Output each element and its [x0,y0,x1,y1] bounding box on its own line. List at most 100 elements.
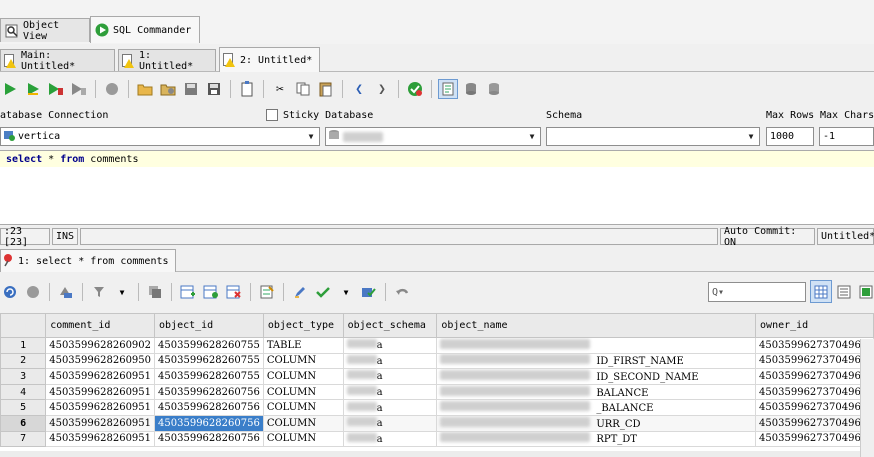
horizontal-scrollbar[interactable] [0,451,860,457]
table-cell[interactable] [436,337,757,354]
table-cell[interactable]: ID_SECOND_NAME [436,368,757,385]
sql-editor[interactable]: select * from comments [0,150,874,225]
tab-object-view[interactable]: Object View [0,18,90,42]
table-cell[interactable]: _BALANCE [436,399,757,416]
database-alt-icon[interactable] [484,79,504,99]
stop-icon[interactable] [102,79,122,99]
table-cell[interactable]: 4503599628260950 [45,352,156,370]
pencil-icon[interactable] [290,282,310,302]
tab-sql-commander[interactable]: SQL Commander [90,16,200,43]
column-header-object-id[interactable]: object_id [154,313,264,338]
chevron-left-icon[interactable]: ❮ [349,79,369,99]
filter-icon[interactable] [89,282,109,302]
table-cell[interactable]: 4503599628260951 [45,368,156,385]
table-cell[interactable]: 45035996273704960 [755,399,874,416]
table-row[interactable]: 4 4503599628260951 4503599628260756 COLUMN a… [0,383,874,401]
chevron-down-icon[interactable]: ▼ [112,282,132,302]
form-view-button[interactable] [833,280,855,303]
table-cell[interactable]: COLUMN [262,352,344,370]
column-header-object-name[interactable]: object_name [436,313,757,338]
table-cell[interactable]: a [342,352,438,370]
execute-icon[interactable] [0,79,20,99]
database-select[interactable]: ▼ [325,127,541,146]
edit-form-icon[interactable] [257,282,277,302]
table-cell[interactable]: 4503599628260756 [154,383,264,401]
stop-icon[interactable] [23,282,43,302]
grid-view-button[interactable] [810,280,832,303]
table-cell[interactable]: 4503599628260756 [154,430,264,448]
delete-row-icon[interactable] [224,282,244,302]
column-header-owner-id[interactable]: owner_id [755,313,874,338]
column-header-object-type[interactable]: object_type [262,313,344,338]
clipboard-icon[interactable] [237,79,257,99]
add-row-icon[interactable] [178,282,198,302]
table-cell[interactable]: 4503599628260755 [154,368,264,385]
table-cell[interactable]: RPT_DT [436,430,757,448]
format-sql-icon[interactable] [438,79,458,99]
database-connection-select[interactable]: vertica ▼ [0,127,320,146]
chevron-right-icon[interactable]: ❯ [372,79,392,99]
save-icon[interactable] [181,79,201,99]
chevron-down-icon[interactable]: ▼ [336,282,356,302]
schema-select[interactable]: ▼ [546,127,760,146]
commit-icon[interactable] [405,79,425,99]
cut-icon[interactable]: ✂ [270,79,290,99]
table-cell[interactable]: a [342,430,438,448]
copy-icon[interactable] [293,79,313,99]
table-row[interactable]: 7 4503599628260951 4503599628260756 COLUMN a… [0,430,874,448]
table-cell[interactable]: 4503599628260902 [45,337,156,354]
table-cell[interactable]: BALANCE [436,383,757,401]
table-cell[interactable]: a [342,399,438,416]
copy-rows-icon[interactable] [145,282,165,302]
paste-icon[interactable] [316,79,336,99]
save-as-icon[interactable] [204,79,224,99]
table-cell[interactable]: 4503599628260756 [154,414,264,432]
text-view-button[interactable] [855,280,874,303]
table-cell[interactable]: 45035996273704960 [755,430,874,448]
column-header-comment-id[interactable]: comment_id [45,313,156,338]
execute-explain-icon[interactable] [69,79,89,99]
table-cell[interactable]: 45035996273704960 [755,368,874,385]
table-cell[interactable]: a [342,383,438,401]
table-cell[interactable]: 4503599628260951 [45,414,156,432]
commit-data-icon[interactable] [359,282,379,302]
table-cell[interactable]: COLUMN [262,399,344,416]
open-folder-icon[interactable] [135,79,155,99]
duplicate-row-icon[interactable] [201,282,221,302]
refresh-icon[interactable] [0,282,20,302]
table-cell[interactable]: 45035996273704960 [755,414,874,432]
table-cell[interactable]: TABLE [262,337,344,354]
table-cell[interactable]: COLUMN [262,414,344,432]
table-cell[interactable]: a [342,414,438,432]
table-cell[interactable]: URR_CD [436,414,757,432]
apply-changes-icon[interactable] [313,282,333,302]
table-cell[interactable]: 4503599628260951 [45,383,156,401]
table-cell[interactable]: 4503599628260755 [154,352,264,370]
auto-commit-status[interactable]: Auto Commit: ON [720,226,815,248]
table-row[interactable]: 2 4503599628260950 4503599628260755 COLUMN a… [0,352,874,370]
sticky-database-checkbox[interactable] [266,109,278,121]
table-cell[interactable]: COLUMN [262,383,344,401]
table-row[interactable]: 5 4503599628260951 4503599628260756 COLUMN a… [0,399,874,416]
execute-step-icon[interactable] [46,79,66,99]
max-chars-input[interactable]: -1 [819,127,874,146]
table-cell[interactable]: ID_FIRST_NAME [436,352,757,370]
undo-icon[interactable] [392,282,412,302]
table-cell[interactable]: 45035996273704960 [755,383,874,401]
database-icon[interactable] [461,79,481,99]
table-cell[interactable]: COLUMN [262,430,344,448]
tab-result-1[interactable]: 1: select * from comments [0,249,176,272]
tab-main-untitled[interactable]: Main: Untitled* [0,49,115,72]
tab-1-untitled[interactable]: 1: Untitled* [118,49,216,72]
load-file-icon[interactable] [158,79,178,99]
result-search-input[interactable]: Q▾ [708,282,806,302]
table-row[interactable]: 3 4503599628260951 4503599628260755 COLUMN a… [0,368,874,385]
table-cell[interactable]: 4503599628260951 [45,430,156,448]
table-cell[interactable]: 45035996273704960 [755,337,874,354]
export-icon[interactable] [56,282,76,302]
vertical-scrollbar[interactable] [860,339,874,457]
table-cell[interactable]: a [342,337,438,354]
table-cell[interactable]: 4503599628260951 [45,399,156,416]
tab-2-untitled[interactable]: 2: Untitled* [219,47,320,72]
column-header-object-schema[interactable]: object_schema [342,313,438,338]
